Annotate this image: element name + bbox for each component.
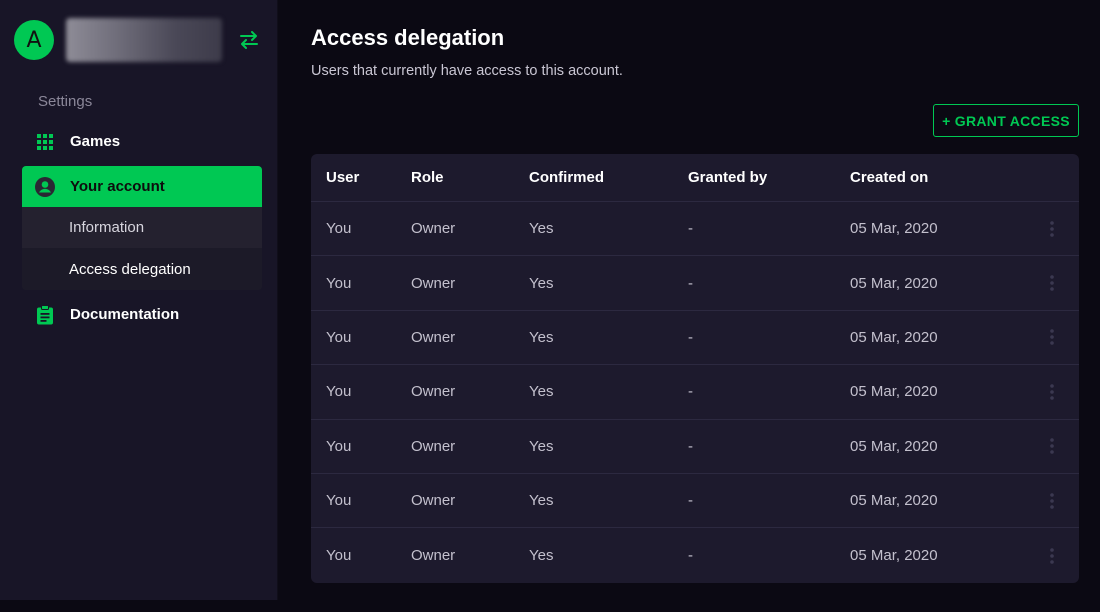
- cell-granted-by: -: [688, 383, 693, 401]
- sidebar-item-label: Documentation: [70, 306, 180, 323]
- cell-confirmed: Yes: [529, 328, 554, 346]
- cell-confirmed: Yes: [529, 492, 554, 510]
- cell-created-on: 05 Mar, 2020: [850, 328, 938, 346]
- page-subtitle: Users that currently have access to this…: [311, 63, 623, 79]
- cell-confirmed: Yes: [529, 274, 554, 292]
- clipboard-icon: [34, 304, 56, 326]
- cell-confirmed: Yes: [529, 547, 554, 565]
- cell-user: You: [326, 492, 352, 510]
- account-switcher: A: [14, 18, 264, 62]
- cell-created-on: 05 Mar, 2020: [850, 274, 938, 292]
- cell-role: Owner: [411, 492, 456, 510]
- cell-created-on: 05 Mar, 2020: [850, 492, 938, 510]
- cell-granted-by: -: [688, 274, 693, 292]
- cell-confirmed: Yes: [529, 220, 554, 238]
- cell-role: Owner: [411, 274, 456, 292]
- more-vert-icon[interactable]: [1025, 384, 1079, 400]
- cell-user: You: [326, 274, 352, 292]
- table-row: You Owner Yes - 05 Mar, 2020: [311, 256, 1079, 311]
- more-vert-icon[interactable]: [1025, 438, 1079, 455]
- account-circle-icon: [34, 176, 56, 198]
- cell-granted-by: -: [688, 547, 693, 565]
- more-vert-icon[interactable]: [1025, 220, 1079, 237]
- cell-role: Owner: [411, 220, 456, 238]
- more-vert-icon[interactable]: [1025, 329, 1079, 346]
- cell-role: Owner: [411, 328, 456, 346]
- cell-created-on: 05 Mar, 2020: [850, 437, 938, 455]
- more-vert-icon[interactable]: [1025, 547, 1079, 564]
- cell-created-on: 05 Mar, 2020: [850, 547, 938, 565]
- sidebar-item-games[interactable]: Games: [22, 121, 262, 162]
- access-table: User Role Confirmed Granted by Created o…: [311, 154, 1079, 583]
- cell-user: You: [326, 383, 352, 401]
- cell-confirmed: Yes: [529, 383, 554, 401]
- column-header-role[interactable]: Role: [411, 169, 529, 186]
- cell-user: You: [326, 437, 352, 455]
- grant-access-button[interactable]: + GRANT ACCESS: [933, 104, 1079, 137]
- table-row: You Owner Yes - 05 Mar, 2020: [311, 365, 1079, 420]
- cell-confirmed: Yes: [529, 437, 554, 455]
- table-row: You Owner Yes - 05 Mar, 2020: [311, 474, 1079, 529]
- more-vert-icon[interactable]: [1025, 492, 1079, 509]
- avatar[interactable]: A: [14, 20, 54, 60]
- table-row: You Owner Yes - 05 Mar, 2020: [311, 420, 1079, 474]
- grid-icon: [34, 131, 56, 153]
- sidebar-item-your-account[interactable]: Your account: [22, 166, 262, 207]
- cell-user: You: [326, 547, 352, 565]
- table-row: You Owner Yes - 05 Mar, 2020: [311, 311, 1079, 366]
- cell-role: Owner: [411, 547, 456, 565]
- swap-account-icon[interactable]: [238, 29, 260, 51]
- sidebar-item-label: Games: [70, 133, 121, 150]
- column-header-created-on[interactable]: Created on: [850, 169, 1025, 186]
- cell-user: You: [326, 328, 352, 346]
- account-subnav: Information Access delegation: [22, 207, 262, 290]
- table-row: You Owner Yes - 05 Mar, 2020: [311, 528, 1079, 582]
- cell-granted-by: -: [688, 492, 693, 510]
- subnav-item-access-delegation[interactable]: Access delegation: [22, 248, 262, 290]
- table-row: You Owner Yes - 05 Mar, 2020: [311, 202, 1079, 257]
- cell-granted-by: -: [688, 328, 693, 346]
- cell-role: Owner: [411, 437, 456, 455]
- cell-created-on: 05 Mar, 2020: [850, 220, 938, 238]
- cell-role: Owner: [411, 383, 456, 401]
- page-title: Access delegation: [311, 25, 505, 50]
- column-header-user[interactable]: User: [311, 169, 411, 186]
- column-header-confirmed[interactable]: Confirmed: [529, 169, 688, 186]
- sidebar: A Settings Games Your account Informatio…: [0, 0, 278, 600]
- table-body: You Owner Yes - 05 Mar, 2020 You Owner Yes - 05 M…: [311, 202, 1079, 583]
- settings-section-label: Settings: [38, 93, 93, 110]
- account-name-blurred: [66, 18, 222, 62]
- sidebar-item-documentation[interactable]: Documentation: [22, 294, 262, 335]
- column-header-granted-by[interactable]: Granted by: [688, 169, 850, 186]
- cell-granted-by: -: [688, 437, 693, 455]
- cell-user: You: [326, 220, 352, 238]
- cell-granted-by: -: [688, 220, 693, 238]
- table-header: User Role Confirmed Granted by Created o…: [311, 154, 1079, 202]
- sidebar-item-label: Your account: [70, 178, 165, 195]
- subnav-item-information[interactable]: Information: [22, 207, 262, 248]
- more-vert-icon[interactable]: [1025, 275, 1079, 291]
- cell-created-on: 05 Mar, 2020: [850, 383, 938, 401]
